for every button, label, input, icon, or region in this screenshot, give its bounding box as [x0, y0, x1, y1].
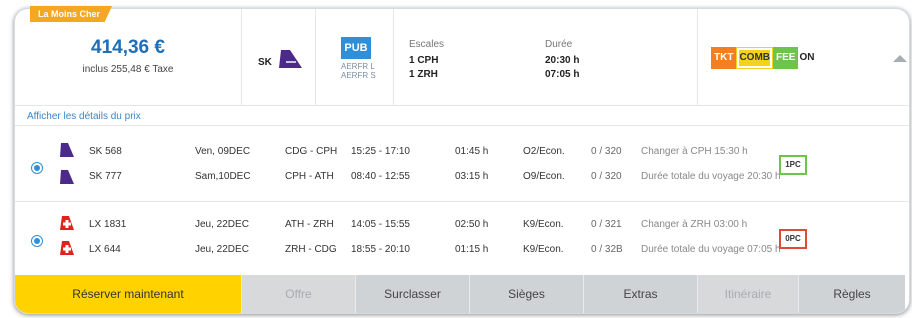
fare-basis-1: AERFR L: [341, 62, 375, 71]
segment-info: Changer à ZRH 03:00 h: [641, 219, 748, 230]
duration-label: Durée: [545, 39, 573, 50]
itinerary-button: Itinéraire: [697, 275, 798, 313]
segment-times: 18:55 - 20:10: [351, 244, 410, 255]
divider: [15, 201, 909, 202]
price-block: 414,36 € inclus 255,48 € Taxe: [15, 37, 241, 75]
segment-duration: 01:15 h: [455, 244, 489, 255]
upgrade-button[interactable]: Surclasser: [355, 275, 469, 313]
code-on: ON: [798, 47, 818, 69]
segment-date: Sam,10DEC: [195, 171, 251, 182]
carrier-code: SK: [258, 57, 272, 68]
segment-date: Jeu, 22DEC: [195, 219, 249, 230]
tax-info: inclus 255,48 € Taxe: [82, 64, 174, 75]
code-tkt: TKT: [711, 47, 737, 69]
sas-tail-icon: [60, 143, 74, 157]
segment-seats: 0 / 320: [591, 146, 622, 157]
baggage-allowance-badge: 1PC: [779, 155, 807, 175]
action-bar: Réserver maintenant Offre Surclasser Siè…: [15, 275, 909, 313]
duration-2: 07:05 h: [545, 69, 580, 80]
segment-route: ZRH - CDG: [285, 244, 337, 255]
fare-type-badge: PUB: [341, 37, 371, 59]
select-radio[interactable]: [31, 162, 43, 174]
segment-seats: 0 / 32B: [591, 244, 623, 255]
fare-basis: AERFR L AERFR S: [341, 62, 376, 80]
segment-route: ATH - ZRH: [285, 219, 334, 230]
segment-times: 15:25 - 17:10: [351, 146, 410, 157]
segment-date: Ven, 09DEC: [195, 146, 251, 157]
extras-button[interactable]: Extras: [583, 275, 697, 313]
segment-flight: LX 644: [89, 244, 121, 255]
segment-times: 08:40 - 12:55: [351, 171, 410, 182]
duration-block: Durée 20:30 h 07:05 h: [545, 39, 579, 82]
price-details-link[interactable]: Afficher les détails du prix: [27, 111, 141, 122]
fare-card: 414,36 € inclus 255,48 € Taxe SK PUB AER…: [14, 8, 910, 314]
baggage-allowance-badge: 0PC: [779, 229, 807, 249]
divider: [315, 9, 316, 105]
segment-flight: SK 777: [89, 171, 122, 182]
select-radio[interactable]: [31, 235, 43, 247]
segment-seats: 0 / 320: [591, 171, 622, 182]
segment-class: O9/Econ.: [523, 171, 565, 182]
segment-times: 14:05 - 15:55: [351, 219, 410, 230]
segment-date: Jeu, 22DEC: [195, 244, 249, 255]
segment-route: CDG - CPH: [285, 146, 338, 157]
divider: [697, 9, 698, 105]
divider: [15, 125, 909, 126]
carrier-label: SK: [258, 57, 272, 68]
segment-seats: 0 / 321: [591, 219, 622, 230]
stops-block: Escales 1 CPH 1 ZRH: [409, 39, 444, 82]
segment-duration: 02:50 h: [455, 219, 489, 230]
book-now-button[interactable]: Réserver maintenant: [15, 275, 241, 313]
segment-class: K9/Econ.: [523, 219, 564, 230]
swiss-tail-icon: [60, 241, 74, 255]
collapse-arrow-icon[interactable]: [893, 55, 907, 62]
segment-info: Durée totale du voyage 20:30 h: [641, 171, 781, 182]
stops-label: Escales: [409, 39, 445, 50]
segment-info: Changer à CPH 15:30 h: [641, 146, 748, 157]
code-comb: COMB: [736, 47, 774, 69]
segment-class: O2/Econ.: [523, 146, 565, 157]
swiss-tail-icon: [60, 216, 74, 230]
fare-basis-2: AERFR S: [341, 71, 376, 80]
offer-button: Offre: [241, 275, 355, 313]
divider: [241, 9, 242, 105]
segment-flight: LX 1831: [89, 219, 127, 230]
duration-1: 20:30 h: [545, 55, 580, 66]
code-fee: FEE: [773, 47, 799, 69]
stop-2: 1 ZRH: [409, 69, 438, 80]
segment-route: CPH - ATH: [285, 171, 334, 182]
stop-1: 1 CPH: [409, 55, 439, 66]
cheapest-badge: La Moins Cher: [30, 6, 113, 22]
segment-class: K9/Econ.: [523, 244, 564, 255]
fare-codes: TKT COMB FEE ON: [711, 47, 818, 69]
seats-button[interactable]: Sièges: [469, 275, 583, 313]
sas-tail-icon: [279, 50, 302, 68]
divider: [393, 9, 394, 105]
segment-flight: SK 568: [89, 146, 122, 157]
divider: [15, 105, 909, 106]
sas-tail-icon: [60, 170, 74, 184]
total-price: 414,36 €: [91, 37, 165, 58]
segment-duration: 01:45 h: [455, 146, 489, 157]
segment-info: Durée totale du voyage 07:05 h: [641, 244, 781, 255]
rules-button[interactable]: Règles: [798, 275, 905, 313]
segment-duration: 03:15 h: [455, 171, 489, 182]
